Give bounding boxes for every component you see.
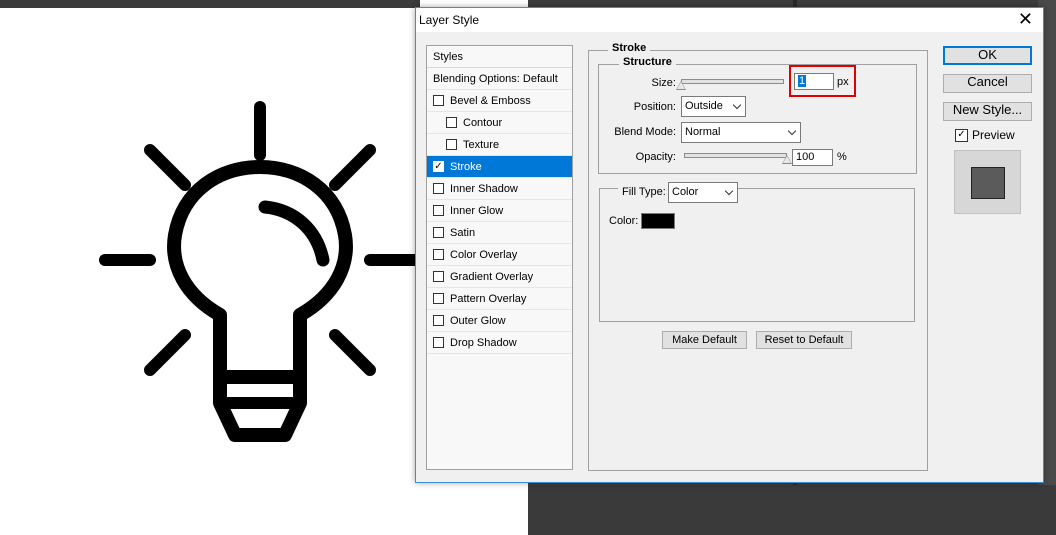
checkbox-icon[interactable]	[433, 205, 444, 216]
close-icon[interactable]: ✕	[1018, 10, 1033, 28]
fill-type-label: Fill Type:	[618, 186, 670, 198]
chevron-down-icon	[732, 100, 742, 110]
style-item-label: Texture	[463, 138, 500, 151]
style-item-label: Stroke	[450, 160, 482, 173]
structure-heading: Structure	[619, 56, 676, 68]
size-value: 1	[798, 75, 807, 87]
style-item-label: Bevel & Emboss	[450, 94, 531, 107]
stroke-heading: Stroke	[608, 42, 651, 54]
style-item-label: Drop Shadow	[450, 336, 517, 349]
stroke-color-swatch[interactable]	[641, 213, 675, 229]
size-input[interactable]: 1	[794, 73, 834, 90]
style-item-stroke[interactable]: ✓ Stroke	[427, 156, 572, 178]
make-default-button[interactable]: Make Default	[662, 331, 747, 349]
reset-to-default-button[interactable]: Reset to Default	[756, 331, 852, 349]
checkbox-icon[interactable]	[433, 337, 444, 348]
dialog-titlebar: Layer Style ✕	[416, 8, 1043, 32]
styles-header[interactable]: Styles	[427, 46, 572, 68]
fill-type-value: Color	[672, 186, 699, 198]
style-item-outer-glow[interactable]: Outer Glow	[427, 310, 572, 332]
opacity-input[interactable]: 100	[792, 149, 833, 166]
opacity-unit: %	[837, 151, 847, 163]
style-item-label: Inner Glow	[450, 204, 504, 217]
style-item-label: Outer Glow	[450, 314, 506, 327]
size-slider[interactable]	[681, 79, 784, 84]
panel-bottom	[528, 485, 1056, 535]
style-item-gradient-overlay[interactable]: Gradient Overlay	[427, 266, 572, 288]
lightbulb-icon	[99, 101, 421, 442]
opacity-label: Opacity:	[635, 151, 676, 163]
style-item-label: Inner Shadow	[450, 182, 518, 195]
checkbox-icon[interactable]	[433, 271, 444, 282]
ok-button[interactable]: OK	[943, 46, 1032, 65]
style-item-label: Gradient Overlay	[450, 270, 534, 283]
style-item-drop-shadow[interactable]: Drop Shadow	[427, 332, 572, 354]
size-unit: px	[837, 76, 849, 88]
size-slider-thumb[interactable]	[676, 81, 686, 90]
position-value: Outside	[685, 100, 723, 112]
styles-list: Styles Blending Options: Default Bevel &…	[426, 45, 573, 470]
style-item-pattern-overlay[interactable]: Pattern Overlay	[427, 288, 572, 310]
chevron-down-icon	[724, 186, 734, 196]
size-label: Size:	[651, 77, 676, 89]
fill-type-group	[599, 188, 915, 322]
style-item-label: Color Overlay	[450, 248, 518, 261]
preview-swatch	[971, 167, 1005, 199]
blend-mode-value: Normal	[685, 126, 721, 138]
new-style-button[interactable]: New Style...	[943, 102, 1032, 121]
position-select[interactable]: Outside	[681, 96, 746, 117]
checkbox-icon: ✓	[955, 128, 968, 142]
blend-mode-select[interactable]: Normal	[681, 122, 801, 143]
checkbox-icon[interactable]	[433, 315, 444, 326]
opacity-slider-thumb[interactable]	[782, 155, 792, 164]
layer-style-dialog: Layer Style ✕ Styles Blending Options: D…	[415, 7, 1044, 483]
checkbox-icon[interactable]	[433, 249, 444, 260]
blend-mode-label: Blend Mode:	[614, 126, 676, 138]
style-item-label: Pattern Overlay	[450, 292, 527, 305]
position-label: Position:	[633, 101, 676, 113]
style-item-inner-glow[interactable]: Inner Glow	[427, 200, 572, 222]
preview-label: Preview	[972, 128, 1015, 142]
style-item-bevel-emboss[interactable]: Bevel & Emboss	[427, 90, 572, 112]
style-item-label: Satin	[450, 226, 476, 239]
checkbox-icon[interactable]	[446, 117, 457, 128]
fill-type-select[interactable]: Color	[668, 182, 738, 203]
preview-checkbox[interactable]: ✓ Preview	[955, 128, 1015, 142]
opacity-value: 100	[796, 151, 815, 163]
style-item-color-overlay[interactable]: Color Overlay	[427, 244, 572, 266]
dialog-title: Layer Style	[419, 13, 480, 27]
checkbox-icon[interactable]	[433, 95, 444, 106]
color-label: Color:	[609, 215, 639, 227]
blending-options-item[interactable]: Blending Options: Default	[427, 68, 572, 90]
checkbox-icon[interactable]	[433, 183, 444, 194]
checkbox-icon[interactable]: ✓	[433, 161, 444, 172]
style-item-texture[interactable]: Texture	[427, 134, 572, 156]
chevron-down-icon	[787, 126, 797, 136]
checkbox-icon[interactable]	[446, 139, 457, 150]
preview-thumbnail	[954, 150, 1021, 214]
style-item-satin[interactable]: Satin	[427, 222, 572, 244]
style-item-label: Contour	[463, 116, 503, 129]
opacity-slider[interactable]	[684, 153, 787, 158]
style-item-inner-shadow[interactable]: Inner Shadow	[427, 178, 572, 200]
style-item-contour[interactable]: Contour	[427, 112, 572, 134]
blending-options-label: Blending Options: Default	[433, 72, 558, 85]
cancel-button[interactable]: Cancel	[943, 74, 1032, 93]
app-top-bar	[0, 0, 420, 8]
checkbox-icon[interactable]	[433, 227, 444, 238]
checkbox-icon[interactable]	[433, 293, 444, 304]
